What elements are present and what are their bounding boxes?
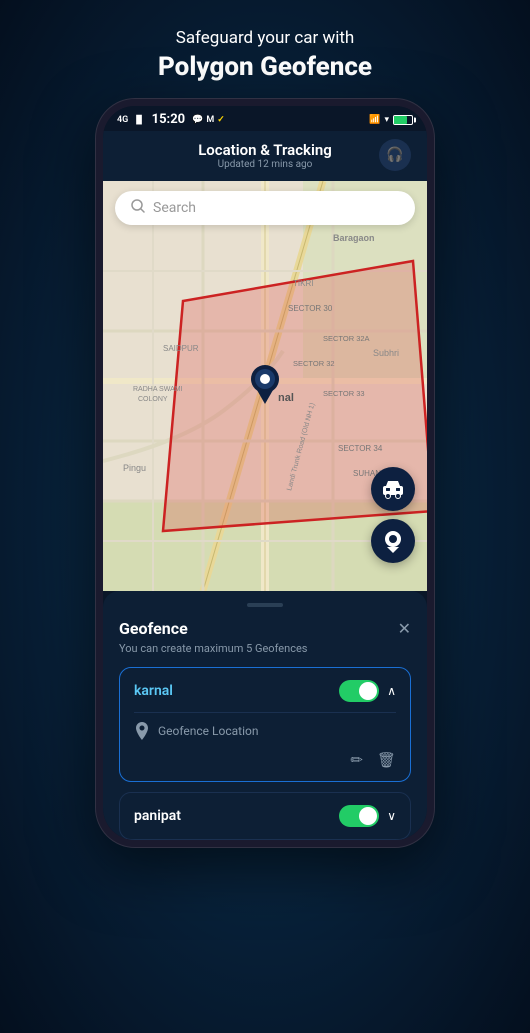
signal-icon: 4G (117, 115, 128, 125)
status-left: 4G ▐▌ 15:20 💬 M ✓ (117, 112, 225, 127)
battery-fill (394, 116, 407, 124)
geofence-item-row: karnal ∧ (134, 680, 396, 702)
svg-text:Baragaon: Baragaon (333, 233, 375, 243)
svg-text:SECTOR 30: SECTOR 30 (288, 304, 333, 313)
geofence-location-row: Geofence Location (134, 712, 396, 741)
status-icons: 📶 ▾ (369, 115, 413, 125)
panel-header: Geofence ✕ (119, 619, 411, 638)
headline: Safeguard your car with Polygon Geofence (138, 0, 392, 98)
car-location-button[interactable] (371, 467, 415, 511)
toggle-knob-panipat (359, 807, 377, 825)
map-location-pin (249, 364, 281, 408)
svg-text:Pingu: Pingu (123, 463, 146, 473)
app-subtitle: Updated 12 mins ago (198, 159, 332, 170)
chevron-up-icon[interactable]: ∧ (387, 684, 396, 698)
phone-wrapper: 4G ▐▌ 15:20 💬 M ✓ 📶 ▾ Location & Trackin… (95, 98, 435, 848)
search-icon (131, 199, 145, 217)
svg-text:SECTOR 32A: SECTOR 32A (323, 334, 370, 343)
svg-text:SECTOR 32: SECTOR 32 (293, 359, 335, 368)
status-time: 15:20 (152, 112, 186, 127)
check-icon: ✓ (217, 115, 225, 125)
app-header: Location & Tracking Updated 12 mins ago … (103, 131, 427, 181)
svg-text:TIKRI: TIKRI (293, 279, 313, 288)
panel-title: Geofence (119, 619, 188, 638)
svg-text:Subhri: Subhri (373, 348, 399, 358)
phone-signal-icon: 📶 (369, 115, 380, 125)
geofence-item-row-panipat: panipat ∨ (134, 805, 396, 827)
geofence-panel: Geofence ✕ You can create maximum 5 Geof… (103, 591, 427, 840)
map-container[interactable]: Baragaon TIKRI SECTOR 30 SECTOR 32A SECT… (103, 181, 427, 591)
panel-handle (247, 603, 283, 607)
geofence-location-text: Geofence Location (158, 724, 396, 738)
panel-close-button[interactable]: ✕ (398, 619, 411, 638)
svg-text:RADHA SWAMI: RADHA SWAMI (133, 386, 183, 393)
chevron-down-icon[interactable]: ∨ (387, 809, 396, 823)
battery-icon (393, 115, 413, 125)
panel-subtitle: You can create maximum 5 Geofences (119, 642, 411, 655)
search-bar[interactable]: Search (115, 191, 415, 225)
toggle-knob-karnal (359, 682, 377, 700)
headphone-button[interactable]: 🎧 (379, 139, 411, 171)
delete-icon[interactable]: 🗑 (377, 751, 396, 769)
status-bar: 4G ▐▌ 15:20 💬 M ✓ 📶 ▾ (103, 106, 427, 131)
toggle-karnal[interactable] (339, 680, 379, 702)
app-header-center: Location & Tracking Updated 12 mins ago (198, 141, 332, 170)
geofence-name-panipat: panipat (134, 808, 181, 824)
headline-main: Polygon Geofence (158, 52, 372, 82)
search-placeholder: Search (153, 200, 196, 216)
svg-text:SECTOR 33: SECTOR 33 (323, 389, 365, 398)
geofence-item-karnal[interactable]: karnal ∧ Geofence Location (119, 667, 411, 782)
svg-text:SECTOR 34: SECTOR 34 (338, 444, 383, 453)
svg-text:SAIDPUR: SAIDPUR (163, 344, 199, 353)
geofence-controls-karnal: ∧ (339, 680, 396, 702)
headphone-icon: 🎧 (386, 147, 403, 163)
map-status-icon: M (206, 115, 214, 125)
edit-icon[interactable]: ✏ (350, 751, 363, 769)
geofence-controls-panipat: ∨ (339, 805, 396, 827)
whatsapp-icon: 💬 (192, 115, 203, 125)
geofence-item-panipat[interactable]: panipat ∨ (119, 792, 411, 840)
geofence-name-karnal: karnal (134, 683, 173, 699)
svg-text:COLONY: COLONY (138, 396, 168, 403)
location-pin-icon (134, 721, 150, 741)
geofence-actions: ✏ 🗑 (134, 751, 396, 769)
wifi-icon: ▾ (384, 115, 389, 125)
headline-sub: Safeguard your car with (158, 28, 372, 48)
pin-location-button[interactable] (371, 519, 415, 563)
toggle-panipat[interactable] (339, 805, 379, 827)
network-icon: ▐▌ (133, 115, 144, 124)
phone-screen: 4G ▐▌ 15:20 💬 M ✓ 📶 ▾ Location & Trackin… (103, 106, 427, 840)
app-title: Location & Tracking (198, 141, 332, 159)
